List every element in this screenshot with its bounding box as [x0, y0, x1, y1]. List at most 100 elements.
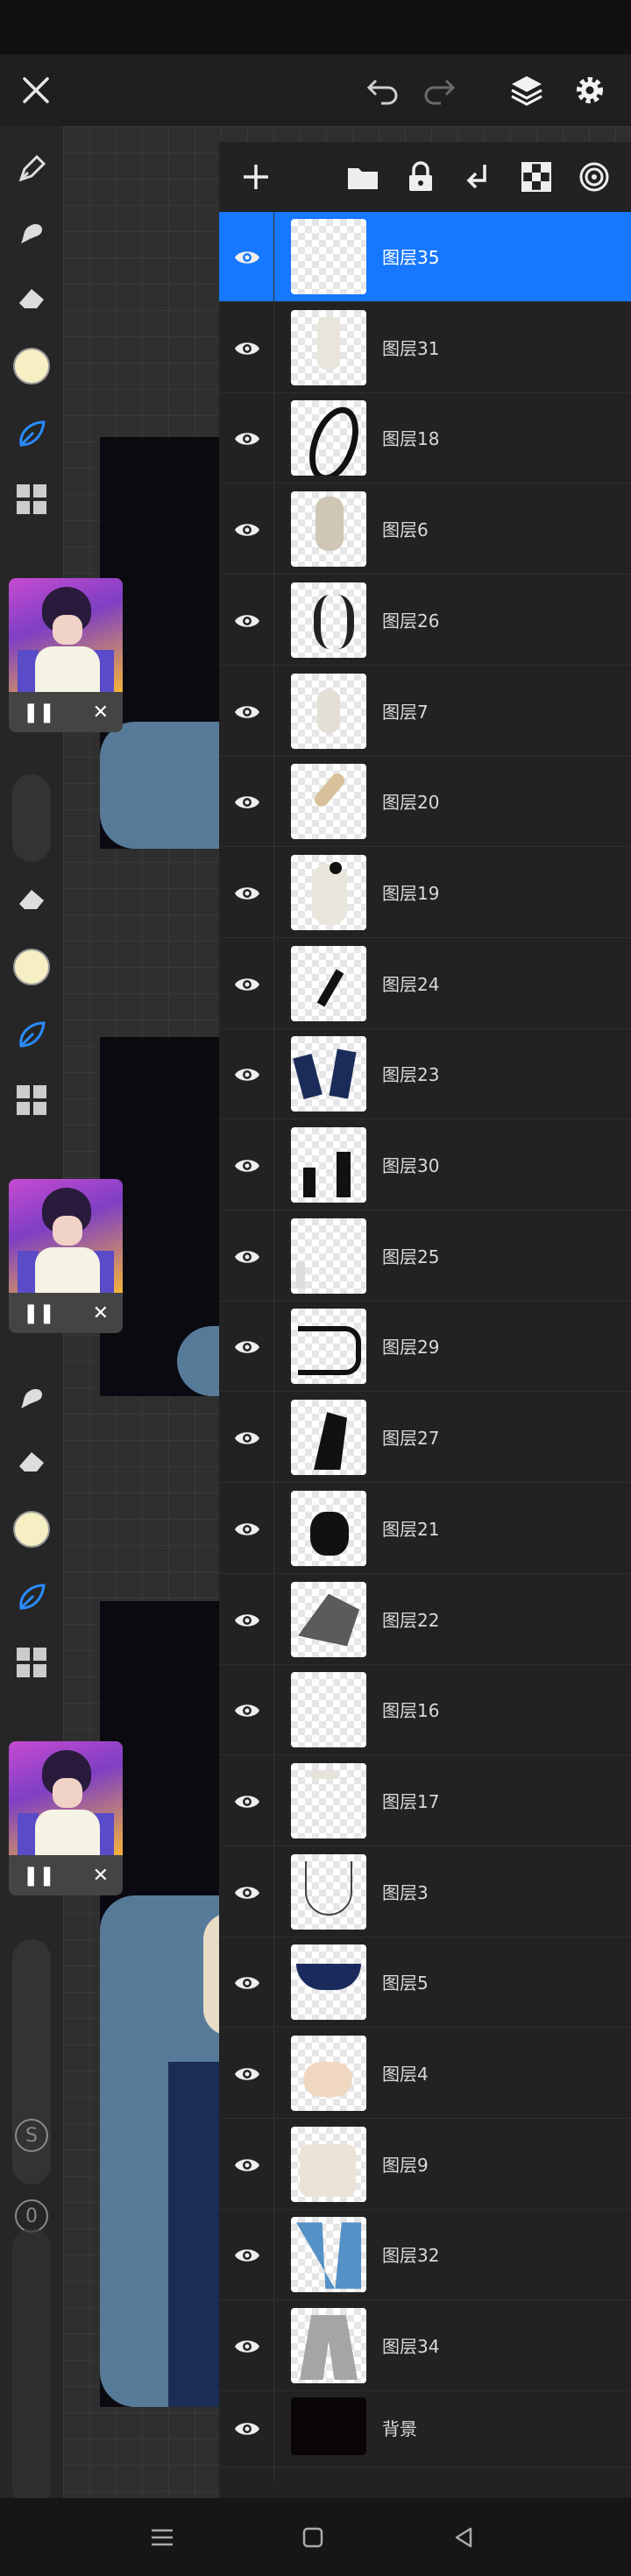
- size-slider[interactable]: [12, 2228, 51, 2509]
- back-icon[interactable]: [443, 2517, 484, 2558]
- visibility-eye-icon[interactable]: [231, 2413, 263, 2445]
- add-layer-icon[interactable]: [235, 156, 277, 198]
- eraser-tool-icon[interactable]: [9, 275, 54, 321]
- smudge-tool-icon[interactable]: [9, 1375, 54, 1421]
- eraser-tool-icon[interactable]: [9, 1438, 54, 1484]
- layer-thumbnail[interactable]: [291, 400, 366, 476]
- layer-thumbnail[interactable]: [291, 2396, 366, 2455]
- visibility-eye-icon[interactable]: [231, 1605, 263, 1636]
- pen-tool-icon[interactable]: [9, 1575, 54, 1620]
- pause-icon[interactable]: ❚❚: [23, 1302, 55, 1324]
- visibility-eye-icon[interactable]: [231, 1877, 263, 1909]
- layer-row[interactable]: 图层4: [219, 2029, 631, 2119]
- layer-row[interactable]: 图层16: [219, 1665, 631, 1756]
- visibility-eye-icon[interactable]: [231, 1514, 263, 1545]
- pause-icon[interactable]: ❚❚: [23, 702, 55, 723]
- layer-row[interactable]: 图层9: [219, 2119, 631, 2210]
- visibility-eye-icon[interactable]: [231, 242, 263, 273]
- smudge-tool-icon[interactable]: [9, 210, 54, 256]
- layer-thumbnail[interactable]: [291, 1853, 366, 1930]
- close-icon[interactable]: ✕: [93, 702, 109, 723]
- layer-thumbnail[interactable]: [291, 1036, 366, 1112]
- visibility-eye-icon[interactable]: [231, 1241, 263, 1273]
- layer-row[interactable]: 图层30: [219, 1120, 631, 1210]
- recent-apps-icon[interactable]: [142, 2517, 182, 2558]
- pen-tool-icon[interactable]: [9, 1013, 54, 1058]
- layer-thumbnail[interactable]: [291, 219, 366, 294]
- visibility-eye-icon[interactable]: [231, 1331, 263, 1363]
- layer-row[interactable]: 图层27: [219, 1393, 631, 1484]
- redo-icon[interactable]: [415, 67, 463, 114]
- layer-thumbnail[interactable]: [291, 673, 366, 749]
- color-swatch[interactable]: [9, 343, 54, 389]
- visibility-eye-icon[interactable]: [231, 787, 263, 818]
- layer-row[interactable]: 图层21: [219, 1483, 631, 1574]
- color-swatch[interactable]: [9, 1507, 54, 1552]
- layer-thumbnail[interactable]: [291, 1672, 366, 1748]
- pen-tool-icon[interactable]: [9, 412, 54, 457]
- visibility-eye-icon[interactable]: [231, 1695, 263, 1726]
- visibility-eye-icon[interactable]: [231, 1786, 263, 1817]
- folder-icon[interactable]: [342, 156, 384, 198]
- layer-row[interactable]: 图层35: [219, 212, 631, 302]
- layer-row[interactable]: 图层29: [219, 1302, 631, 1393]
- gallery-grid-icon[interactable]: [9, 1077, 54, 1123]
- eraser-tool-icon[interactable]: [9, 876, 54, 921]
- layer-thumbnail[interactable]: [291, 764, 366, 840]
- layer-row[interactable]: 图层24: [219, 938, 631, 1029]
- video-mini-player[interactable]: ❚❚ ✕: [9, 578, 123, 732]
- color-swatch[interactable]: [9, 944, 54, 990]
- layer-row[interactable]: 图层23: [219, 1029, 631, 1120]
- visibility-eye-icon[interactable]: [231, 1422, 263, 1454]
- layer-row[interactable]: 图层34: [219, 2301, 631, 2392]
- layer-thumbnail[interactable]: [291, 2126, 366, 2202]
- close-icon[interactable]: [12, 67, 60, 114]
- layer-thumbnail[interactable]: [291, 1581, 366, 1657]
- layer-thumbnail[interactable]: [291, 1309, 366, 1385]
- layer-row[interactable]: 图层19: [219, 847, 631, 938]
- layer-row[interactable]: 图层26: [219, 575, 631, 666]
- visibility-eye-icon[interactable]: [231, 333, 263, 364]
- layer-thumbnail[interactable]: [291, 1127, 366, 1203]
- merge-down-icon[interactable]: [457, 156, 500, 198]
- gallery-grid-icon[interactable]: [9, 476, 54, 522]
- visibility-eye-icon[interactable]: [231, 423, 263, 455]
- visibility-eye-icon[interactable]: [231, 1150, 263, 1182]
- visibility-eye-icon[interactable]: [231, 696, 263, 728]
- layer-thumbnail[interactable]: [291, 1400, 366, 1476]
- checkerboard-icon[interactable]: [515, 156, 557, 198]
- visibility-eye-icon[interactable]: [231, 2331, 263, 2362]
- reference-target-icon[interactable]: [573, 156, 615, 198]
- layer-thumbnail[interactable]: [291, 1217, 366, 1294]
- layer-row[interactable]: 图层25: [219, 1210, 631, 1302]
- brush-size-slider[interactable]: [12, 774, 51, 862]
- layers-icon[interactable]: [503, 67, 550, 114]
- video-mini-player[interactable]: ❚❚ ✕: [9, 1741, 123, 1895]
- undo-icon[interactable]: [359, 67, 407, 114]
- settings-gear-icon[interactable]: [566, 67, 613, 114]
- layer-thumbnail[interactable]: [291, 582, 366, 658]
- layer-thumbnail[interactable]: [291, 2217, 366, 2293]
- visibility-eye-icon[interactable]: [231, 2149, 263, 2181]
- layer-row[interactable]: 图层5: [219, 1937, 631, 2029]
- layer-row[interactable]: 图层32: [219, 2210, 631, 2301]
- layer-row[interactable]: 图层31: [219, 302, 631, 393]
- layer-thumbnail[interactable]: [291, 491, 366, 568]
- close-icon[interactable]: ✕: [93, 1302, 109, 1324]
- gallery-grid-icon[interactable]: [9, 1640, 54, 1685]
- layer-row[interactable]: 图层3: [219, 1846, 631, 1937]
- visibility-eye-icon[interactable]: [231, 1967, 263, 1999]
- home-icon[interactable]: [293, 2517, 333, 2558]
- visibility-eye-icon[interactable]: [231, 969, 263, 1000]
- layer-thumbnail[interactable]: [291, 854, 366, 930]
- layer-thumbnail[interactable]: [291, 1762, 366, 1838]
- layer-row[interactable]: 图层17: [219, 1755, 631, 1846]
- pause-icon[interactable]: ❚❚: [23, 1865, 55, 1887]
- layer-row[interactable]: 图层7: [219, 666, 631, 757]
- layer-thumbnail[interactable]: [291, 945, 366, 1021]
- layer-thumbnail[interactable]: [291, 1944, 366, 2021]
- layer-row[interactable]: 图层20: [219, 757, 631, 848]
- symmetry-s-button[interactable]: S: [9, 2113, 54, 2158]
- visibility-eye-icon[interactable]: [231, 878, 263, 909]
- close-icon[interactable]: ✕: [93, 1865, 109, 1887]
